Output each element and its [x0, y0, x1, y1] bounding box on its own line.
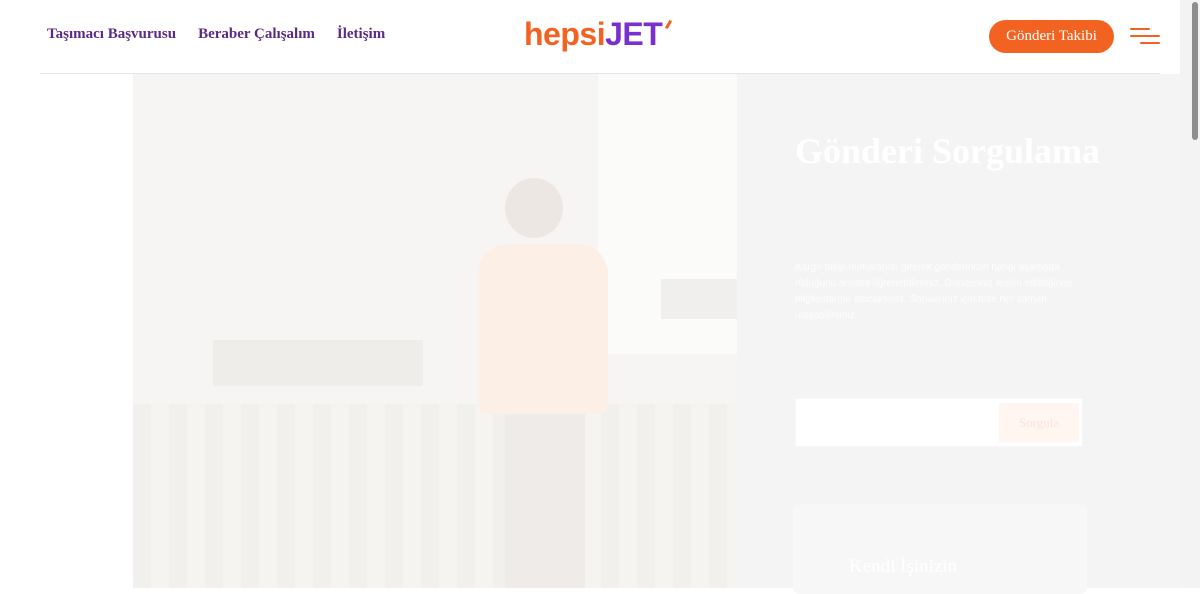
nav-work-with-us[interactable]: Beraber Çalışalım — [198, 26, 315, 43]
business-card[interactable]: Kendi İşinizin — [793, 504, 1087, 594]
logo-accent-mark — [665, 19, 673, 30]
background-ground — [133, 404, 737, 588]
logo-text-hepsi: hepsi — [524, 16, 606, 52]
logo-text-jet: JET — [605, 16, 663, 52]
tracking-number-input[interactable] — [796, 399, 996, 446]
hamburger-menu-icon[interactable] — [1130, 27, 1162, 47]
header-divider — [40, 73, 1160, 74]
courier-head — [505, 178, 563, 238]
courier-body — [478, 244, 608, 414]
tracking-query-form: Sorgula — [795, 398, 1083, 447]
courier-legs — [505, 409, 585, 588]
page-scrollbar-thumb[interactable] — [1192, 2, 1198, 140]
background-shelf — [213, 340, 423, 386]
main-nav: Taşımacı Başvurusu Beraber Çalışalım İle… — [47, 26, 385, 43]
business-card-title: Kendi İşinizin — [849, 556, 958, 577]
parcel-box — [661, 279, 737, 319]
shipment-tracking-button[interactable]: Gönderi Takibi — [989, 20, 1114, 53]
hepsijet-logo[interactable]: hepsiJET — [524, 14, 673, 54]
site-header: Taşımacı Başvurusu Beraber Çalışalım İle… — [0, 0, 1180, 74]
nav-carrier-application[interactable]: Taşımacı Başvurusu — [47, 26, 176, 43]
nav-contact[interactable]: İletişim — [337, 26, 385, 43]
hero-courier-image — [133, 74, 737, 588]
shipment-query-panel: Gönderi Sorgulama Kargo takip numaranızı… — [737, 74, 1180, 594]
page-title: Gönderi Sorgulama — [795, 131, 1101, 171]
query-description: Kargo takip numaranızı girerek gönderini… — [795, 262, 1073, 321]
query-submit-button[interactable]: Sorgula — [999, 403, 1079, 442]
